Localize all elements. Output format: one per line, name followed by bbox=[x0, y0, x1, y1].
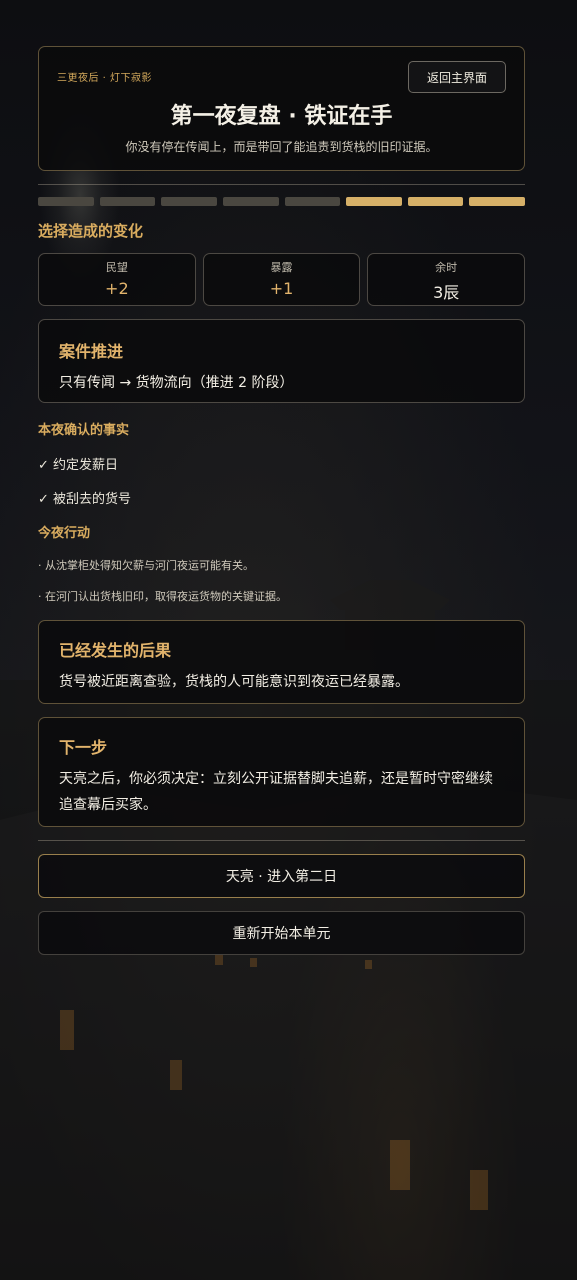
progress-segment bbox=[407, 197, 464, 206]
case-progress-card: 案件推进 只有传闻 → 货物流向（推进 2 阶段） bbox=[38, 319, 525, 403]
case-progress-title: 案件推进 bbox=[59, 342, 124, 361]
stat-label: 余时 bbox=[435, 261, 458, 274]
case-progress-text: 只有传闻 → 货物流向（推进 2 阶段） bbox=[59, 375, 294, 391]
progress-segment bbox=[469, 197, 525, 206]
stat-row: 民望 +2 暴露 +1 余时 3辰 bbox=[38, 253, 526, 306]
progress-segment bbox=[99, 197, 156, 206]
next-step-text: 天亮之后，你必须决定：立刻公开证据替脚夫追薪，还是暂时守密继续追查幕后买家。 bbox=[59, 771, 493, 813]
stat-value: +2 bbox=[105, 279, 129, 298]
facts-title: 本夜确认的事实 bbox=[38, 423, 130, 438]
stat-value: 3辰 bbox=[433, 283, 460, 302]
back-to-main-button[interactable]: 返回主界面 bbox=[408, 61, 506, 93]
progress-segment bbox=[38, 197, 94, 206]
action-item: · 从沈掌柜处得知欠薪与河门夜运可能有关。 bbox=[38, 559, 254, 572]
fact-item: ✓ 约定发薪日 bbox=[38, 458, 119, 473]
progress-segment bbox=[161, 197, 217, 206]
divider bbox=[38, 840, 525, 841]
stat-card-time-left: 余时 3辰 bbox=[367, 253, 526, 306]
recap-screen: 三更夜后 · 灯下寂影 返回主界面 第一夜复盘 · 铁证在手 你没有停在传闻上，… bbox=[38, 46, 526, 955]
next-step-title: 下一步 bbox=[59, 738, 108, 757]
stat-card-reputation: 民望 +2 bbox=[38, 253, 196, 306]
divider bbox=[38, 184, 525, 185]
consequence-card: 已经发生的后果 货号被近距离查验，货栈的人可能意识到夜运已经暴露。 bbox=[38, 620, 525, 704]
page-subtitle: 你没有停在传闻上，而是带回了能追责到货栈的旧印证据。 bbox=[125, 140, 438, 154]
page-title: 第一夜复盘 · 铁证在手 bbox=[170, 104, 393, 129]
next-step-card: 下一步 天亮之后，你必须决定：立刻公开证据替脚夫追薪，还是暂时守密继续追查幕后买… bbox=[38, 717, 525, 827]
stat-label: 暴露 bbox=[270, 261, 293, 274]
fact-item: ✓ 被刮去的货号 bbox=[38, 492, 132, 507]
progress-segment bbox=[222, 197, 279, 206]
recap-header: 三更夜后 · 灯下寂影 返回主界面 第一夜复盘 · 铁证在手 你没有停在传闻上，… bbox=[38, 46, 525, 171]
changes-title: 选择造成的变化 bbox=[38, 222, 144, 240]
actions-title: 今夜行动 bbox=[38, 526, 91, 541]
continue-next-day-button[interactable]: 天亮 · 进入第二日 bbox=[38, 854, 525, 898]
progress-segment bbox=[346, 197, 402, 206]
action-item: · 在河门认出货栈旧印，取得夜运货物的关键证据。 bbox=[38, 590, 287, 603]
progress-segment bbox=[284, 197, 341, 206]
stat-value: +1 bbox=[269, 279, 294, 298]
stat-label: 民望 bbox=[105, 261, 128, 274]
night-progress-bar bbox=[38, 197, 525, 206]
consequence-text: 货号被近距离查验，货栈的人可能意识到夜运已经暴露。 bbox=[59, 674, 409, 690]
restart-unit-button[interactable]: 重新开始本单元 bbox=[38, 911, 525, 955]
consequence-title: 已经发生的后果 bbox=[59, 641, 172, 660]
stat-card-exposure: 暴露 +1 bbox=[202, 253, 361, 306]
